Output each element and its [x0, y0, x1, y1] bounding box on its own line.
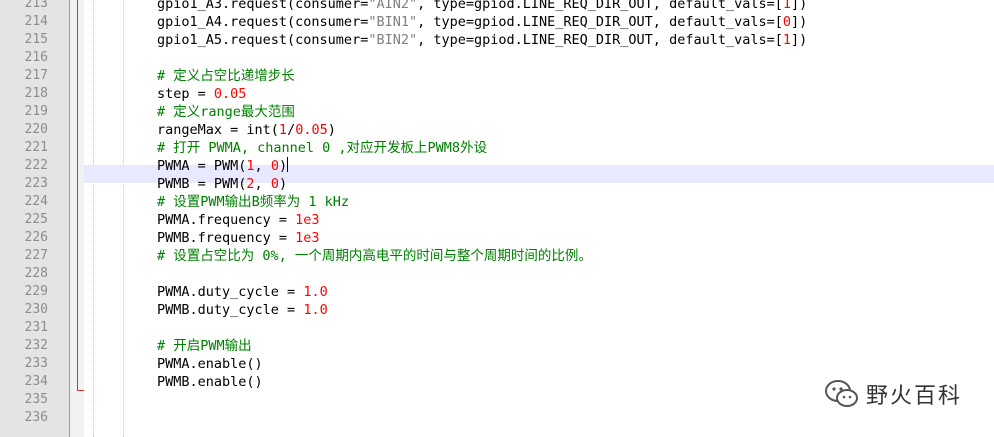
code-text: PWMB.frequency = 1e3	[157, 230, 320, 246]
code-text: rangeMax = int(1/0.05)	[157, 122, 336, 138]
code-text: PWMB = PWM(2, 0)	[157, 176, 288, 192]
line-number: 233	[24, 356, 48, 371]
code-line[interactable]: 223 PWMB = PWM(2, 0)	[0, 175, 994, 193]
code-line[interactable]: 232 # 开启PWM输出	[0, 337, 994, 355]
code-line[interactable]: 216	[0, 49, 994, 67]
watermark-text: 野火百科	[865, 384, 962, 409]
code-line[interactable]: 227 # 设置占空比为 0%, 一个周期内高电平的时间与整个周期时间的比例。	[0, 247, 994, 265]
code-text: PWMA.duty_cycle = 1.0	[157, 284, 328, 300]
code-text: # 打开 PWMA, channel 0 ,对应开发板上PWM8外设	[157, 140, 488, 156]
line-number: 235	[24, 392, 48, 407]
code-line[interactable]: 224 # 设置PWM输出B频率为 1 kHz	[0, 193, 994, 211]
line-number: 223	[24, 176, 48, 191]
code-line[interactable]: 231	[0, 319, 994, 337]
line-number: 222	[24, 158, 48, 173]
line-number: 224	[24, 194, 48, 209]
code-line[interactable]: 213 gpio1_A3.request(consumer="AIN2", typ…	[0, 0, 994, 13]
code-line[interactable]: 230 PWMB.duty_cycle = 1.0	[0, 301, 994, 319]
code-text: # 定义range最大范围	[157, 104, 295, 120]
line-number: 217	[24, 68, 48, 83]
code-lines: 213 gpio1_A3.request(consumer="AIN2", typ…	[0, 0, 994, 427]
code-text: PWMA = PWM(1, 0)	[157, 157, 289, 174]
line-number: 221	[24, 140, 48, 155]
code-line[interactable]: 217 # 定义占空比递增步长	[0, 67, 994, 85]
line-number: 236	[24, 410, 48, 425]
code-line[interactable]: 221 # 打开 PWMA, channel 0 ,对应开发板上PWM8外设	[0, 139, 994, 157]
line-number: 232	[24, 338, 48, 353]
wechat-icon	[824, 380, 858, 407]
code-line[interactable]: 222 PWMA = PWM(1, 0)	[0, 157, 994, 175]
code-line[interactable]: 226 PWMB.frequency = 1e3	[0, 229, 994, 247]
code-line[interactable]: 214 gpio1_A4.request(consumer="BIN1", typ…	[0, 13, 994, 31]
code-text: PWMB.enable()	[157, 374, 263, 390]
code-line[interactable]: 229 PWMA.duty_cycle = 1.0	[0, 283, 994, 301]
line-number: 219	[24, 104, 48, 119]
code-text: gpio1_A3.request(consumer="AIN2", type=g…	[157, 0, 808, 12]
line-number: 228	[24, 266, 48, 281]
code-text: # 定义占空比递增步长	[157, 68, 295, 84]
line-number: 220	[24, 122, 48, 137]
line-number: 218	[24, 86, 48, 101]
code-text: PWMA.enable()	[157, 356, 263, 372]
code-text: step = 0.05	[157, 86, 247, 102]
line-number: 215	[24, 32, 48, 47]
code-editor[interactable]: 213 gpio1_A3.request(consumer="AIN2", typ…	[0, 0, 994, 437]
line-number: 234	[24, 374, 48, 389]
line-number: 213	[24, 0, 48, 11]
code-text: # 设置占空比为 0%, 一个周期内高电平的时间与整个周期时间的比例。	[157, 248, 592, 264]
code-line[interactable]: 220 rangeMax = int(1/0.05)	[0, 121, 994, 139]
line-number: 231	[24, 320, 48, 335]
code-line[interactable]: 215 gpio1_A5.request(consumer="BIN2", typ…	[0, 31, 994, 49]
line-number: 226	[24, 230, 48, 245]
code-text: PWMA.frequency = 1e3	[157, 212, 320, 228]
line-number: 216	[24, 50, 48, 65]
code-line[interactable]: 219 # 定义range最大范围	[0, 103, 994, 121]
text-caret	[287, 157, 289, 172]
code-text: gpio1_A4.request(consumer="BIN1", type=g…	[157, 14, 808, 30]
code-text: # 开启PWM输出	[157, 338, 252, 354]
code-line[interactable]: 218 step = 0.05	[0, 85, 994, 103]
code-text: # 设置PWM输出B频率为 1 kHz	[157, 194, 350, 210]
line-number: 225	[24, 212, 48, 227]
code-line[interactable]: 236	[0, 409, 994, 427]
line-number: 230	[24, 302, 48, 317]
code-text: gpio1_A5.request(consumer="BIN2", type=g…	[157, 32, 808, 48]
code-line[interactable]: 225 PWMA.frequency = 1e3	[0, 211, 994, 229]
code-line[interactable]: 233 PWMA.enable()	[0, 355, 994, 373]
line-number: 229	[24, 284, 48, 299]
line-number: 227	[24, 248, 48, 263]
code-line[interactable]: 228	[0, 265, 994, 283]
code-text: PWMB.duty_cycle = 1.0	[157, 302, 328, 318]
line-number: 214	[24, 14, 48, 29]
watermark: 野火百科	[824, 378, 962, 410]
